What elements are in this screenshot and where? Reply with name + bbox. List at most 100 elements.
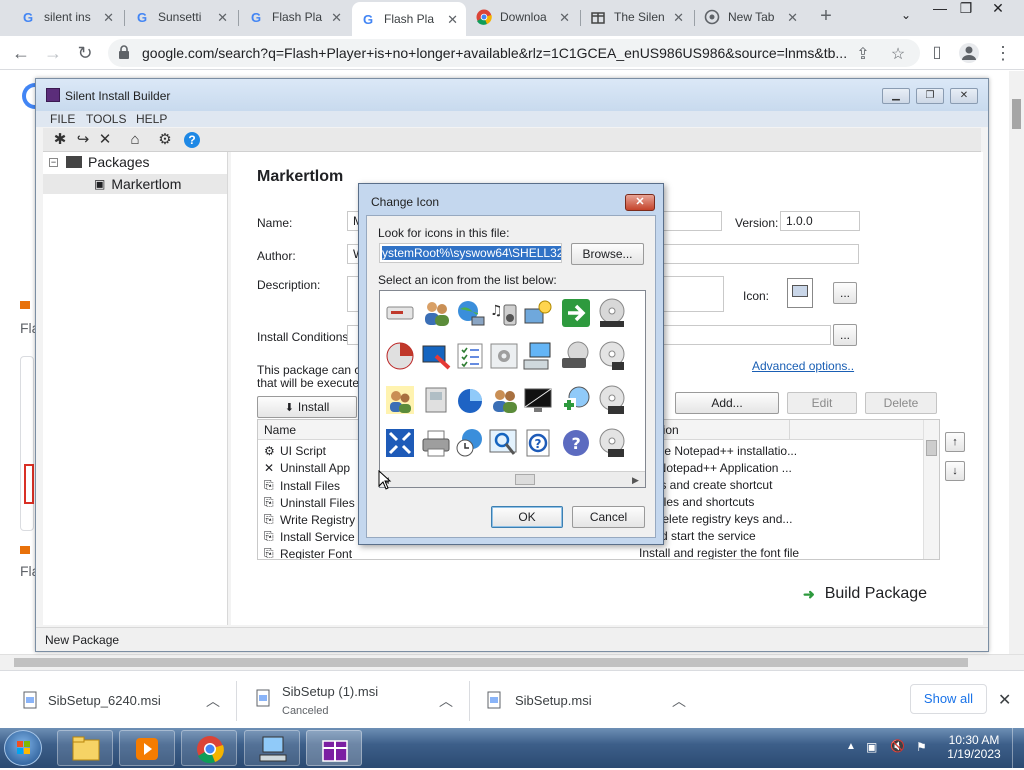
green-arrow-icon[interactable] bbox=[560, 297, 592, 329]
file-cabinet-icon[interactable] bbox=[420, 384, 452, 416]
dvd-ram-icon[interactable] bbox=[596, 427, 628, 459]
tab-1[interactable]: G silent ins ✕ bbox=[12, 0, 122, 34]
cd-rw-icon[interactable] bbox=[596, 384, 628, 416]
install-conditions-button[interactable]: ... bbox=[833, 324, 857, 346]
menu-help[interactable]: HELP bbox=[136, 112, 167, 126]
new-package-icon[interactable]: ✱ bbox=[51, 131, 69, 149]
minimize-window-icon[interactable]: — bbox=[926, 0, 954, 16]
globe-clock-icon[interactable] bbox=[454, 427, 486, 459]
close-tab-icon[interactable]: ✕ bbox=[787, 10, 798, 26]
back-arrow-icon[interactable]: ← bbox=[10, 42, 32, 64]
build-icon[interactable]: ⌂ bbox=[126, 131, 144, 149]
music-speaker-icon[interactable]: ♫ bbox=[488, 297, 520, 329]
cancel-button[interactable]: Cancel bbox=[572, 506, 645, 528]
new-tab-button[interactable]: + bbox=[815, 5, 837, 27]
close-window-icon[interactable]: ✕ bbox=[984, 0, 1012, 17]
chrome-taskbar-button[interactable] bbox=[181, 730, 237, 766]
user-group-yellow-icon[interactable] bbox=[384, 384, 416, 416]
page-vertical-scrollbar[interactable] bbox=[1009, 71, 1024, 654]
help-globe-icon[interactable]: ? bbox=[560, 427, 592, 459]
tab-2[interactable]: G Sunsetti ✕ bbox=[126, 0, 236, 34]
browser-menu-icon[interactable]: ⋮ bbox=[992, 42, 1014, 64]
printer-icon[interactable] bbox=[420, 427, 452, 459]
download-item[interactable]: SibSetup (1).msi Canceled ︿ bbox=[237, 671, 469, 729]
cd-rom-icon[interactable] bbox=[596, 297, 628, 329]
download-item[interactable]: SibSetup.msi ︿ bbox=[470, 671, 702, 729]
users-pair-icon[interactable] bbox=[488, 384, 520, 416]
tab-search-chevron-icon[interactable]: ⌄ bbox=[892, 8, 920, 22]
sib-taskbar-button[interactable] bbox=[306, 730, 362, 766]
move-down-icon[interactable]: ↓ bbox=[945, 461, 965, 481]
build-package-button[interactable]: ➜ Build Package bbox=[803, 585, 927, 603]
page-horizontal-scrollbar[interactable] bbox=[0, 654, 1024, 670]
help-document-icon[interactable]: ? bbox=[522, 427, 554, 459]
network-add-icon[interactable] bbox=[560, 384, 592, 416]
scroll-right-icon[interactable]: ▶ bbox=[632, 475, 639, 486]
network-globe-icon[interactable] bbox=[454, 297, 486, 329]
users-icon[interactable] bbox=[420, 297, 452, 329]
monitor-black-icon[interactable] bbox=[522, 384, 554, 416]
reload-icon[interactable]: ↻ bbox=[74, 42, 96, 64]
icon-file-input[interactable]: ystemRoot%\syswow64\SHELL32.dll bbox=[379, 243, 562, 263]
menu-tools[interactable]: TOOLS bbox=[86, 112, 126, 126]
profile-avatar-icon[interactable] bbox=[958, 42, 980, 64]
tab-5[interactable]: Downloa ✕ bbox=[468, 0, 578, 34]
settings-gear-icon[interactable]: ⚙ bbox=[156, 131, 174, 149]
close-tab-icon[interactable]: ✕ bbox=[331, 10, 342, 26]
sib-title-bar[interactable]: Silent Install Builder ▁ ❐ ✕ bbox=[36, 79, 988, 111]
close-tab-icon[interactable]: ✕ bbox=[217, 10, 228, 26]
tab-3[interactable]: G Flash Pla ✕ bbox=[240, 0, 350, 34]
edit-action-button[interactable]: Edit bbox=[787, 392, 857, 414]
installer-taskbar-button[interactable] bbox=[244, 730, 300, 766]
icon-list-scrollbar[interactable]: ◀ ▶ bbox=[380, 471, 645, 487]
help-icon[interactable]: ? bbox=[184, 132, 200, 148]
tray-expand-icon[interactable]: ▲ bbox=[846, 741, 856, 752]
tab-4-active[interactable]: G Flash Pla ✕ bbox=[352, 2, 466, 36]
close-tab-icon[interactable]: ✕ bbox=[559, 10, 570, 26]
close-shelf-icon[interactable]: ✕ bbox=[998, 690, 1011, 710]
dialog-close-icon[interactable]: ✕ bbox=[625, 194, 655, 211]
scroll-thumb[interactable] bbox=[515, 474, 535, 485]
display-paint-icon[interactable] bbox=[420, 340, 452, 372]
fullscreen-arrows-icon[interactable] bbox=[384, 427, 416, 459]
bookmark-star-icon[interactable]: ☆ bbox=[888, 44, 908, 64]
sib-minimize-icon[interactable]: ▁ bbox=[882, 88, 910, 104]
show-all-button[interactable]: Show all bbox=[910, 684, 987, 714]
start-button[interactable] bbox=[4, 730, 42, 766]
close-tab-icon[interactable]: ✕ bbox=[447, 12, 458, 28]
card-reader-icon[interactable] bbox=[384, 297, 416, 329]
delete-icon[interactable]: ✕ bbox=[96, 131, 114, 149]
undo-icon[interactable]: ↪ bbox=[74, 131, 92, 149]
network-icon[interactable]: ▣ bbox=[866, 740, 877, 754]
tree-package-item[interactable]: ▣ Markertlom bbox=[43, 174, 227, 194]
pie-chart-icon[interactable] bbox=[454, 384, 486, 416]
show-desktop-button[interactable] bbox=[1012, 728, 1024, 768]
sib-close-icon[interactable]: ✕ bbox=[950, 88, 978, 104]
chevron-up-icon[interactable]: ︿ bbox=[439, 691, 453, 711]
chevron-up-icon[interactable]: ︿ bbox=[206, 691, 220, 711]
restore-window-icon[interactable]: ❐ bbox=[952, 0, 980, 17]
forward-arrow-icon[interactable]: → bbox=[42, 42, 64, 64]
chevron-up-icon[interactable]: ︿ bbox=[672, 691, 686, 711]
browse-button[interactable]: Browse... bbox=[571, 243, 644, 265]
close-tab-icon[interactable]: ✕ bbox=[103, 10, 114, 26]
side-panel-icon[interactable]: ▯ bbox=[926, 42, 948, 64]
flag-icon[interactable]: ⚑ bbox=[916, 740, 927, 754]
tree-packages-node[interactable]: − Packages bbox=[49, 152, 149, 172]
menu-file[interactable]: FILE bbox=[50, 112, 75, 126]
download-item[interactable]: SibSetup_6240.msi ︿ bbox=[0, 671, 236, 729]
volume-muted-icon[interactable]: 🔇 bbox=[890, 739, 905, 753]
version-input[interactable]: 1.0.0 bbox=[780, 211, 860, 231]
close-tab-icon[interactable]: ✕ bbox=[673, 10, 684, 26]
move-up-icon[interactable]: ↑ bbox=[945, 432, 965, 452]
red-disc-icon[interactable] bbox=[384, 340, 416, 372]
dvd-drive-icon[interactable] bbox=[560, 340, 592, 372]
sib-restore-icon[interactable]: ❐ bbox=[916, 88, 944, 104]
explorer-taskbar-button[interactable] bbox=[57, 730, 113, 766]
collapse-icon[interactable]: − bbox=[49, 157, 58, 167]
keyboard-monitor-icon[interactable] bbox=[522, 340, 554, 372]
table-row[interactable]: ⎘ Register Font Install and register the … bbox=[258, 545, 922, 559]
advanced-options-link[interactable]: Advanced options.. bbox=[752, 359, 854, 373]
col-header-extra[interactable] bbox=[789, 420, 923, 440]
tab-6[interactable]: The Silen ✕ bbox=[582, 0, 692, 34]
